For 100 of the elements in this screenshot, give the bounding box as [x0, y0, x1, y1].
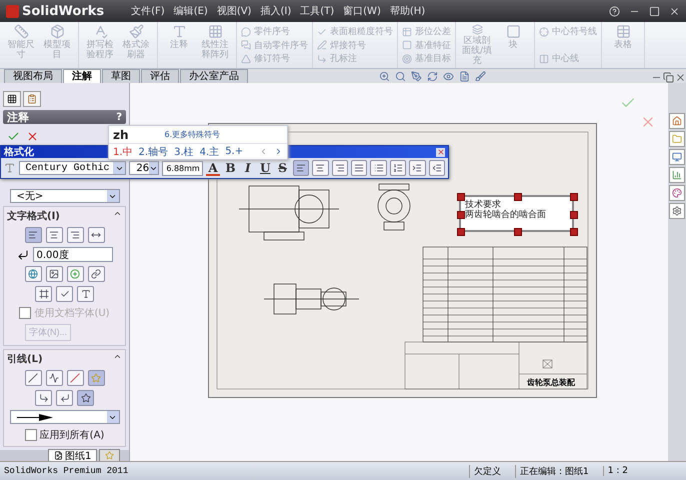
selection-handle[interactable]	[570, 228, 578, 236]
task-pane-button[interactable]	[669, 113, 685, 129]
search-icon[interactable]	[395, 70, 406, 82]
line-icon	[70, 373, 80, 383]
indent-icon	[412, 163, 422, 173]
leader-style-dropdown[interactable]	[10, 410, 120, 424]
angle-field[interactable]: 0.00度	[32, 247, 112, 262]
selection-handle[interactable]	[570, 193, 578, 201]
add-sheet-tab[interactable]	[99, 449, 120, 462]
task-pane-button[interactable]	[669, 203, 685, 219]
ribbon-tab[interactable]: 草图	[102, 69, 140, 83]
monitor-icon	[672, 152, 682, 162]
ime-more-link[interactable]: 6.更多特殊符号	[164, 129, 220, 140]
align-left-button[interactable]	[24, 227, 42, 243]
panel-tab[interactable]	[3, 91, 21, 107]
leader-button[interactable]	[35, 390, 52, 406]
size-dropdown[interactable]: 26	[129, 161, 160, 175]
app-logo: SolidWorks	[6, 4, 104, 18]
close-icon[interactable]	[675, 72, 686, 83]
selection-handle[interactable]	[457, 193, 465, 201]
collapse-icon[interactable]	[113, 209, 122, 218]
document-icon[interactable]	[459, 70, 470, 82]
menu-item[interactable]: 工具(T)	[300, 4, 334, 18]
leader-button[interactable]	[56, 390, 73, 406]
menu-item[interactable]: 文件(F)	[131, 4, 165, 18]
title-block-text: 齿轮泵总装配	[527, 377, 575, 388]
leader-button[interactable]	[77, 390, 94, 406]
align-right-button[interactable]	[332, 160, 348, 176]
close-icon[interactable]	[669, 6, 680, 16]
collapse-icon[interactable]	[113, 352, 122, 361]
style-dropdown[interactable]: <无>	[10, 189, 120, 203]
ime-candidate[interactable]: 4.主	[200, 144, 220, 158]
zoom-in-icon[interactable]	[379, 70, 390, 82]
ribbon-tab[interactable]: 视图布局	[4, 69, 62, 83]
style-button[interactable]: S	[275, 160, 290, 176]
bullets-button[interactable]	[370, 160, 387, 176]
brush-icon[interactable]	[475, 70, 486, 82]
surface-finish-button[interactable]	[56, 286, 73, 302]
justify-button[interactable]	[350, 160, 368, 176]
status-field: 1 : 2	[602, 466, 632, 476]
ime-candidate[interactable]: 5.+	[225, 146, 244, 157]
menu-item[interactable]: 窗口(W)	[343, 4, 381, 18]
gear-icon	[672, 206, 682, 216]
link-property-button[interactable]	[46, 266, 62, 282]
refresh-icon[interactable]	[427, 70, 438, 82]
lock-symbol-button[interactable]	[88, 266, 104, 282]
leader-button[interactable]	[46, 370, 62, 386]
style-button[interactable]: B	[223, 160, 238, 176]
height-field[interactable]: 6.88mm	[162, 160, 203, 176]
indent-button[interactable]	[409, 160, 426, 176]
selection-handle[interactable]	[457, 228, 465, 236]
previous-icon[interactable]	[259, 147, 268, 156]
datum-button[interactable]	[77, 286, 94, 302]
align-center-button[interactable]	[312, 160, 329, 176]
selection-handle[interactable]	[457, 211, 465, 219]
frame-button[interactable]	[35, 286, 52, 302]
style-button[interactable]: I	[240, 160, 256, 176]
maximize-icon[interactable]	[649, 6, 660, 16]
toolbar-title: 格式化	[4, 146, 34, 159]
ime-candidate[interactable]: 3.柱	[174, 144, 194, 158]
selection-handle[interactable]	[570, 211, 578, 219]
align-left-button[interactable]	[292, 160, 310, 176]
eye-icon[interactable]	[443, 70, 454, 82]
ribbon-tab[interactable]: 注解	[63, 69, 101, 83]
close-button[interactable]	[436, 148, 445, 156]
restore-icon[interactable]	[663, 72, 674, 83]
next-icon[interactable]	[274, 147, 283, 156]
align-center-icon	[315, 163, 326, 173]
note-text: 技术要求	[465, 200, 501, 210]
menu-item[interactable]: 插入(I)	[260, 4, 292, 18]
pen-icon[interactable]	[411, 70, 422, 82]
checkmark-icon	[60, 289, 70, 299]
ime-candidate[interactable]: 2.轴号	[138, 144, 168, 158]
task-pane-button[interactable]	[669, 167, 685, 183]
font-dropdown[interactable]: Century Gothic	[18, 161, 126, 175]
style-button[interactable]: U	[258, 160, 272, 176]
align-center-button[interactable]	[46, 227, 62, 243]
picture-icon	[49, 269, 59, 279]
selection-handle[interactable]	[514, 193, 522, 201]
section-title: 引线(L)	[7, 352, 43, 366]
selection-handle[interactable]	[514, 228, 522, 236]
sheet-tab[interactable]: 图纸1	[48, 449, 98, 462]
ime-candidate[interactable]: 1.中	[113, 144, 133, 158]
justify-button[interactable]	[88, 227, 104, 243]
task-pane-button[interactable]	[669, 149, 685, 165]
menu-item[interactable]: 帮助(H)	[390, 4, 426, 18]
hyperlink-button[interactable]	[24, 266, 42, 282]
menu-item[interactable]: 视图(V)	[216, 4, 252, 18]
outdent-button[interactable]	[428, 160, 445, 176]
task-pane-button[interactable]	[669, 185, 685, 201]
menu-item[interactable]: 编辑(E)	[174, 4, 208, 18]
help-icon[interactable]	[609, 6, 620, 16]
apply-all-checkbox[interactable]: 应用到所有(A)	[24, 428, 104, 442]
cancel-icon[interactable]	[26, 130, 39, 143]
numbering-button[interactable]	[390, 160, 406, 176]
align-center-icon	[49, 230, 59, 240]
ribbon-tab[interactable]: 评估	[141, 69, 179, 83]
align-right-button[interactable]	[66, 227, 84, 243]
ribbon-tab[interactable]: 办公室产品	[180, 69, 248, 83]
help-button[interactable]: ?	[116, 112, 122, 122]
